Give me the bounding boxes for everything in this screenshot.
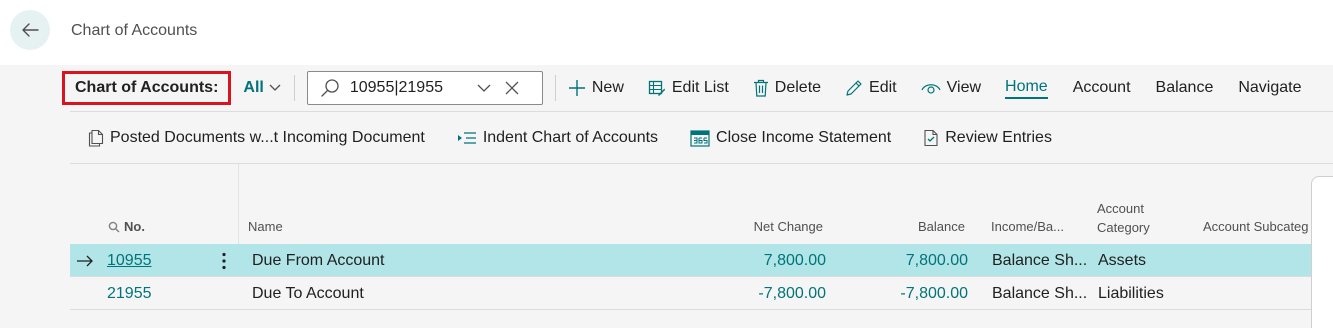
- view-filter-dropdown[interactable]: All: [243, 79, 281, 97]
- close-income-statement-button[interactable]: Close Income Statement: [690, 129, 891, 147]
- close-icon: [505, 81, 519, 95]
- column-header-income-balance[interactable]: Income/Ba...: [991, 219, 1064, 234]
- account-no-link[interactable]: 10955: [107, 244, 207, 277]
- account-name: Due To Account: [252, 285, 364, 302]
- account-no-link[interactable]: 21955: [107, 277, 207, 310]
- net-change-value[interactable]: -7,800.00: [690, 277, 826, 310]
- income-balance-value: Balance Sh...: [992, 252, 1088, 269]
- balance-value[interactable]: 7,800.00: [850, 244, 968, 277]
- review-document-icon: [924, 129, 938, 146]
- top-bar: Chart of Accounts: [0, 0, 1333, 65]
- view-label: View: [946, 79, 982, 96]
- edit-button[interactable]: Edit: [845, 79, 897, 97]
- review-entries-button[interactable]: Review Entries: [923, 129, 1052, 147]
- page-caption-highlighted: Chart of Accounts:: [62, 71, 232, 105]
- menu-tab-account[interactable]: Account: [1073, 79, 1131, 97]
- more-vertical-icon: [222, 252, 226, 269]
- eye-icon: [921, 84, 941, 94]
- posted-documents-label: Posted Documents w...t Incoming Document: [110, 128, 425, 146]
- account-name: Due From Account: [252, 252, 385, 269]
- new-button[interactable]: New: [568, 79, 624, 97]
- indent-chart-label: Indent Chart of Accounts: [482, 128, 659, 146]
- review-entries-label: Review Entries: [945, 128, 1052, 146]
- page-title: Chart of Accounts: [71, 22, 198, 39]
- table-row[interactable]: 10955 Due From Account 7,800.00 7,800.00…: [70, 244, 1311, 277]
- account-category-value: Assets: [1098, 252, 1147, 269]
- calendar-365-icon: [690, 129, 710, 147]
- page-content: Chart of Accounts: All 10955|21955 New E…: [0, 65, 1333, 328]
- column-header-account-category-line1: Account: [1097, 201, 1144, 216]
- search-history-chevron[interactable]: [476, 83, 492, 93]
- edit-list-button[interactable]: Edit List: [648, 79, 729, 97]
- action-bar: Chart of Accounts: All 10955|21955 New E…: [62, 65, 1333, 111]
- net-change-value[interactable]: 7,800.00: [690, 244, 826, 277]
- column-header-net-change[interactable]: Net Change: [690, 219, 823, 234]
- edit-label: Edit: [869, 79, 897, 96]
- search-input[interactable]: [349, 79, 468, 97]
- balance-value[interactable]: -7,800.00: [850, 277, 968, 310]
- promoted-actions-bar: Posted Documents w...t Incoming Document…: [70, 111, 1333, 164]
- column-header-no[interactable]: No.: [108, 219, 145, 234]
- account-subcategory-value: [1203, 244, 1311, 277]
- column-header-no-label: No.: [124, 219, 145, 234]
- delete-button[interactable]: Delete: [753, 79, 821, 97]
- row-indicator: [76, 244, 96, 277]
- edit-list-icon: [648, 80, 665, 96]
- column-header-name[interactable]: Name: [248, 219, 283, 234]
- account-category-value: Liabilities: [1098, 285, 1164, 302]
- pencil-icon: [846, 80, 862, 96]
- search-box[interactable]: [306, 71, 543, 105]
- factbox-pane-edge: [1311, 176, 1333, 328]
- menu-tab-home[interactable]: Home: [1005, 78, 1048, 99]
- search-icon: [108, 221, 120, 232]
- column-header-account-category-line2: Category: [1097, 220, 1150, 235]
- column-divider: [238, 164, 239, 244]
- search-icon: [321, 79, 339, 97]
- divider: [293, 75, 295, 101]
- row-actions-menu[interactable]: [214, 244, 234, 277]
- view-button[interactable]: View: [921, 79, 981, 97]
- indent-icon: [457, 131, 476, 144]
- edit-list-label: Edit List: [671, 79, 729, 96]
- income-balance-value: Balance Sh...: [992, 285, 1088, 302]
- plus-icon: [568, 80, 585, 96]
- new-label: New: [591, 79, 624, 96]
- indent-chart-button[interactable]: Indent Chart of Accounts: [457, 129, 658, 147]
- arrow-right-icon: [77, 255, 93, 267]
- divider: [554, 75, 556, 101]
- trash-icon: [753, 79, 768, 97]
- chevron-down-icon: [269, 84, 281, 91]
- posted-documents-button[interactable]: Posted Documents w...t Incoming Document: [88, 129, 425, 147]
- arrow-left-icon: [22, 23, 39, 37]
- back-button[interactable]: [10, 10, 50, 50]
- menu-tab-navigate[interactable]: Navigate: [1238, 79, 1301, 97]
- chevron-down-icon: [477, 84, 491, 92]
- search-clear-button[interactable]: [504, 80, 520, 96]
- close-income-statement-label: Close Income Statement: [716, 128, 892, 146]
- column-header-balance[interactable]: Balance: [850, 219, 965, 234]
- delete-label: Delete: [774, 79, 822, 96]
- document-icon: [88, 129, 104, 147]
- accounts-grid: No. Name Net Change Balance Income/Ba...…: [70, 164, 1311, 328]
- column-header-account-subcategory[interactable]: Account Subcateg: [1203, 219, 1311, 234]
- column-header-account-category[interactable]: Account Category: [1097, 199, 1150, 237]
- menu-tab-balance[interactable]: Balance: [1156, 79, 1214, 97]
- view-filter-label: All: [243, 79, 264, 96]
- account-subcategory-value: [1203, 277, 1311, 310]
- table-row[interactable]: 21955 Due To Account -7,800.00 -7,800.00…: [70, 277, 1311, 310]
